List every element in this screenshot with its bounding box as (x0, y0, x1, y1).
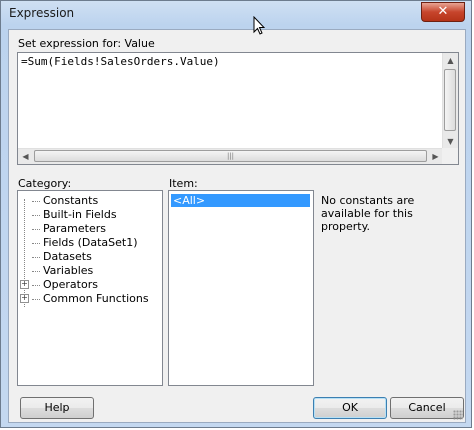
category-tree[interactable]: Constants Built-in Fields Parameters Fie… (17, 190, 163, 386)
vertical-scrollbar[interactable]: ▲ ▼ (442, 53, 458, 149)
category-item-fields[interactable]: Fields (DataSet1) (32, 236, 138, 249)
expand-common-functions-icon[interactable]: + (20, 294, 29, 303)
horizontal-scroll-thumb[interactable]: ||| (34, 150, 427, 162)
category-item-parameters[interactable]: Parameters (32, 222, 106, 235)
scroll-up-arrow-icon[interactable]: ▲ (443, 53, 458, 68)
ok-button[interactable]: OK (313, 397, 387, 419)
title-bar[interactable]: Expression ✕ (1, 1, 471, 25)
expression-dialog: Expression ✕ Set expression for: Value =… (0, 0, 472, 428)
item-list[interactable]: <All> (168, 190, 314, 386)
scroll-right-arrow-icon[interactable]: ▶ (428, 149, 443, 164)
description-text: No constants are available for this prop… (321, 194, 415, 233)
mouse-cursor-icon (253, 16, 265, 35)
scrollbar-corner (442, 148, 458, 164)
dialog-client-area: Set expression for: Value =Sum(Fields!Sa… (8, 29, 466, 423)
category-item-common-functions[interactable]: Common Functions (32, 292, 149, 305)
expand-operators-icon[interactable]: + (20, 280, 29, 289)
category-item-variables[interactable]: Variables (32, 264, 93, 277)
help-button[interactable]: Help (20, 397, 94, 419)
expression-label: Set expression for: Value (18, 37, 155, 50)
expression-editor[interactable]: =Sum(Fields!SalesOrders.Value) ▲ ▼ ◀ |||… (17, 52, 459, 165)
scroll-down-arrow-icon[interactable]: ▼ (443, 134, 458, 149)
category-item-built-in-fields[interactable]: Built-in Fields (32, 208, 117, 221)
close-button[interactable]: ✕ (421, 2, 465, 22)
horizontal-scrollbar[interactable]: ◀ ||| ▶ (18, 148, 443, 164)
category-item-operators[interactable]: Operators (32, 278, 98, 291)
category-item-datasets[interactable]: Datasets (32, 250, 92, 263)
scroll-left-arrow-icon[interactable]: ◀ (18, 149, 33, 164)
window-title: Expression (9, 6, 75, 20)
vertical-scroll-thumb[interactable] (444, 69, 456, 131)
tree-connector-line (24, 199, 25, 307)
close-icon: ✕ (437, 4, 449, 19)
category-item-constants[interactable]: Constants (32, 194, 98, 207)
resize-grip[interactable] (453, 410, 463, 420)
expression-text[interactable]: =Sum(Fields!SalesOrders.Value) (21, 55, 220, 68)
item-label: Item: (169, 177, 198, 190)
category-label: Category: (18, 177, 72, 190)
item-all-selected[interactable]: <All> (171, 194, 310, 207)
